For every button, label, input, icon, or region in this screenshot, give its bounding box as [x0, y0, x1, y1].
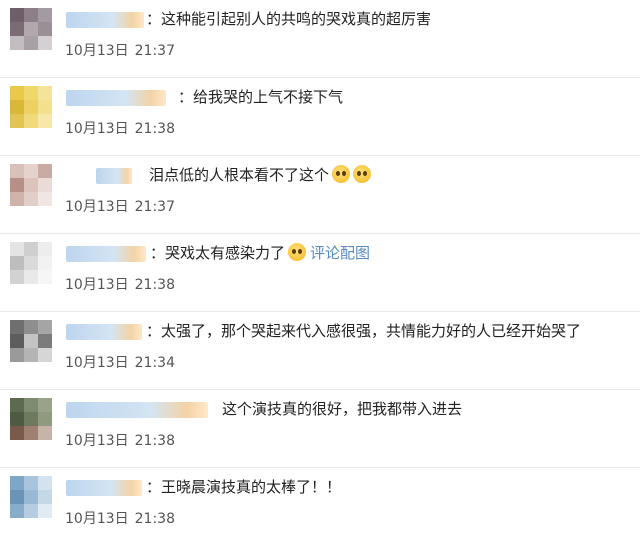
- comment-meta: 10月13日 21:37: [65, 42, 175, 60]
- avatar[interactable]: [10, 8, 52, 50]
- comment-item: ：王晓晨演技真的太棒了！！ 10月13日 21:38: [0, 468, 640, 546]
- comment-meta: 10月13日 21:34: [65, 354, 175, 372]
- avatar[interactable]: [10, 164, 52, 206]
- comment-item: 泪点低的人根本看不了这个 10月13日 21:37: [0, 156, 640, 234]
- avatar[interactable]: [10, 86, 52, 128]
- comment-time: 21:38: [134, 121, 175, 137]
- crying-face-emoji-icon: [332, 165, 351, 183]
- comment-time: 21:38: [134, 511, 175, 527]
- username-blurred[interactable]: [96, 168, 132, 184]
- comment-meta: 10月13日 21:38: [65, 276, 175, 294]
- comment-date: 10月13日: [65, 355, 129, 371]
- comment-item: ：这种能引起别人的共鸣的哭戏真的超厉害 10月13日 21:37: [0, 0, 640, 78]
- avatar[interactable]: [10, 320, 52, 362]
- view-comment-image-link[interactable]: 评论配图: [310, 244, 370, 262]
- comment-text: 泪点低的人根本看不了这个: [149, 164, 372, 186]
- comment-meta: 10月13日 21:38: [65, 120, 175, 138]
- avatar[interactable]: [10, 242, 52, 284]
- comment-text: ：哭戏太有感染力了 评论配图: [150, 242, 370, 264]
- comment-date: 10月13日: [65, 199, 129, 215]
- comment-time: 21:34: [134, 355, 175, 371]
- comment-text: ：太强了，那个哭起来代入感很强，共情能力好的人已经开始哭了: [146, 320, 581, 342]
- comment-text: ：给我哭的上气不接下气: [178, 86, 343, 108]
- comment-date: 10月13日: [65, 511, 129, 527]
- comment-body: ：这种能引起别人的共鸣的哭戏真的超厉害: [146, 10, 432, 28]
- comment-time: 21:37: [134, 43, 175, 59]
- avatar[interactable]: [10, 398, 52, 440]
- comment-text: ：这种能引起别人的共鸣的哭戏真的超厉害: [146, 8, 431, 30]
- username-blurred[interactable]: [66, 402, 208, 418]
- comment-date: 10月13日: [65, 433, 129, 449]
- comment-body: ：太强了，那个哭起来代入感很强，共情能力好的人已经开始哭了: [146, 322, 582, 340]
- comment-meta: 10月13日 21:38: [65, 432, 175, 450]
- comment-meta: 10月13日 21:37: [65, 198, 175, 216]
- comment-date: 10月13日: [65, 43, 129, 59]
- comment-date: 10月13日: [65, 277, 129, 293]
- username-blurred[interactable]: [66, 90, 166, 106]
- comment-body: ：给我哭的上气不接下气: [178, 88, 344, 106]
- comment-text: 这个演技真的很好，把我都带入进去: [222, 398, 462, 420]
- comment-body: ：哭戏太有感染力了: [150, 244, 286, 262]
- comment-text: ：王晓晨演技真的太棒了！！: [146, 476, 341, 498]
- crying-face-emoji-icon: [288, 243, 307, 261]
- comment-time: 21:38: [134, 433, 175, 449]
- comment-time: 21:38: [134, 277, 175, 293]
- username-blurred[interactable]: [66, 324, 142, 340]
- comment-time: 21:37: [134, 199, 175, 215]
- username-blurred[interactable]: [66, 480, 142, 496]
- username-blurred[interactable]: [66, 12, 144, 28]
- crying-face-emoji-icon: [353, 165, 372, 183]
- comment-meta: 10月13日 21:38: [65, 510, 175, 528]
- comment-item: ：太强了，那个哭起来代入感很强，共情能力好的人已经开始哭了 10月13日 21:3…: [0, 312, 640, 390]
- comment-item: ：给我哭的上气不接下气 10月13日 21:38: [0, 78, 640, 156]
- comment-body: 泪点低的人根本看不了这个: [149, 166, 330, 184]
- comment-date: 10月13日: [65, 121, 129, 137]
- comment-item: ：哭戏太有感染力了 评论配图 10月13日 21:38: [0, 234, 640, 312]
- avatar[interactable]: [10, 476, 52, 518]
- comment-body: 这个演技真的很好，把我都带入进去: [222, 400, 463, 418]
- comment-feed: ：这种能引起别人的共鸣的哭戏真的超厉害 10月13日 21:37 ：给我哭的上气不…: [0, 0, 640, 527]
- username-blurred[interactable]: [66, 246, 146, 262]
- comment-body: ：王晓晨演技真的太棒了！！: [146, 478, 342, 496]
- comment-item: 这个演技真的很好，把我都带入进去 10月13日 21:38: [0, 390, 640, 468]
